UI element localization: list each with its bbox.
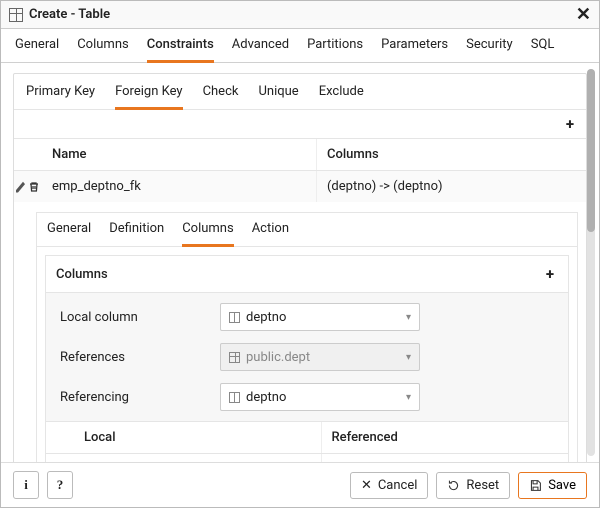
fk-detail-tabs: General Definition Columns Action <box>37 213 577 247</box>
edit-icon[interactable] <box>16 181 26 193</box>
footer: i ? ✕ Cancel Reset Save <box>1 462 599 507</box>
tab-parameters[interactable]: Parameters <box>381 37 448 62</box>
local-column-select[interactable]: deptno ▾ <box>220 303 420 331</box>
scrollbar[interactable] <box>587 69 595 456</box>
delete-icon[interactable] <box>28 181 40 193</box>
subtab-foreign-key[interactable]: Foreign Key <box>115 84 182 110</box>
fk-add-row: + <box>14 110 586 139</box>
references-label: References <box>60 350 220 365</box>
mapping-header-local: Local <box>74 422 321 453</box>
dtab-definition[interactable]: Definition <box>109 221 164 246</box>
fk-detail-panel: General Definition Columns Action Column… <box>36 212 578 462</box>
dialog: Create - Table ✕ General Columns Constra… <box>0 0 600 508</box>
reset-icon <box>447 479 460 492</box>
subtab-exclude[interactable]: Exclude <box>319 84 364 109</box>
close-icon: ✕ <box>361 478 372 493</box>
references-select: public.dept ▾ <box>220 343 420 371</box>
subtab-unique[interactable]: Unique <box>258 84 298 109</box>
main-tabs: General Columns Constraints Advanced Par… <box>1 29 599 63</box>
close-icon[interactable]: ✕ <box>576 6 591 24</box>
columns-panel: Columns + Local column deptno ▾ <box>45 255 569 462</box>
references-value: public.dept <box>246 350 310 365</box>
info-button[interactable]: i <box>13 471 39 499</box>
mapping-local: deptno <box>74 454 321 462</box>
column-icon <box>229 312 240 323</box>
fk-header-columns: Columns <box>316 139 586 170</box>
referencing-label: Referencing <box>60 390 220 405</box>
dtab-columns[interactable]: Columns <box>182 221 234 247</box>
mapping-ref: deptno <box>321 454 569 462</box>
add-column-button[interactable]: + <box>542 264 558 284</box>
chevron-down-icon: ▾ <box>406 352 411 363</box>
content: Primary Key Foreign Key Check Unique Exc… <box>1 63 599 462</box>
subtab-check[interactable]: Check <box>203 84 239 109</box>
titlebar: Create - Table ✕ <box>1 1 599 29</box>
dialog-title: Create - Table <box>29 7 576 22</box>
mapping-header-ref: Referenced <box>321 422 569 453</box>
fk-grid-header: Name Columns <box>14 139 586 171</box>
fk-column-form: Local column deptno ▾ References <box>46 293 568 421</box>
constraints-panel: Primary Key Foreign Key Check Unique Exc… <box>13 73 587 462</box>
reset-button[interactable]: Reset <box>436 472 510 499</box>
tab-partitions[interactable]: Partitions <box>307 37 363 62</box>
save-button[interactable]: Save <box>518 472 587 499</box>
tab-advanced[interactable]: Advanced <box>232 37 289 62</box>
dtab-action[interactable]: Action <box>252 221 289 246</box>
chevron-down-icon: ▾ <box>406 392 411 403</box>
local-column-label: Local column <box>60 310 220 325</box>
column-icon <box>229 392 240 403</box>
tab-columns[interactable]: Columns <box>77 37 129 62</box>
local-column-value: deptno <box>246 310 286 325</box>
table-icon <box>229 352 240 363</box>
constraint-subtabs: Primary Key Foreign Key Check Unique Exc… <box>14 74 586 110</box>
mapping-table: Local Referenced deptno deptno <box>46 421 568 462</box>
save-icon <box>529 479 542 492</box>
fk-row: emp_deptno_fk (deptno) -> (deptno) <box>14 171 586 202</box>
fk-header-name: Name <box>42 139 316 170</box>
referencing-value: deptno <box>246 390 286 405</box>
cancel-button[interactable]: ✕ Cancel <box>350 472 428 499</box>
table-icon <box>9 8 23 22</box>
chevron-down-icon: ▾ <box>406 312 411 323</box>
tab-general[interactable]: General <box>15 37 59 62</box>
add-fk-button[interactable]: + <box>562 114 578 134</box>
help-button[interactable]: ? <box>47 471 73 499</box>
subtab-primary-key[interactable]: Primary Key <box>26 84 95 109</box>
fk-row-columns: (deptno) -> (deptno) <box>316 171 586 202</box>
referencing-select[interactable]: deptno ▾ <box>220 383 420 411</box>
tab-constraints[interactable]: Constraints <box>147 37 214 63</box>
tab-sql[interactable]: SQL <box>531 37 555 62</box>
columns-panel-title: Columns <box>56 267 108 282</box>
mapping-row: deptno deptno <box>46 454 568 462</box>
tab-security[interactable]: Security <box>466 37 513 62</box>
dtab-general[interactable]: General <box>47 221 91 246</box>
fk-row-name: emp_deptno_fk <box>42 171 316 202</box>
